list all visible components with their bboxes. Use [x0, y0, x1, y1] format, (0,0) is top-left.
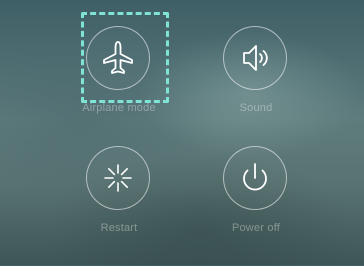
power-off-circle[interactable] — [223, 146, 287, 210]
power-icon — [243, 163, 267, 191]
sound-button[interactable]: Sound — [201, 26, 311, 146]
power-off-button[interactable]: Power off — [201, 146, 311, 266]
focus-highlight — [81, 12, 169, 103]
sound-label: Sound — [239, 102, 273, 114]
restart-label: Restart — [100, 222, 138, 234]
restart-icon — [104, 164, 132, 192]
speaker-icon — [243, 45, 268, 71]
restart-circle[interactable] — [86, 146, 150, 210]
sound-circle[interactable] — [223, 26, 287, 90]
power-off-label: Power off — [231, 222, 281, 234]
restart-button[interactable]: Restart — [64, 146, 174, 266]
airplane-mode-label: Airplane mode — [82, 102, 156, 114]
